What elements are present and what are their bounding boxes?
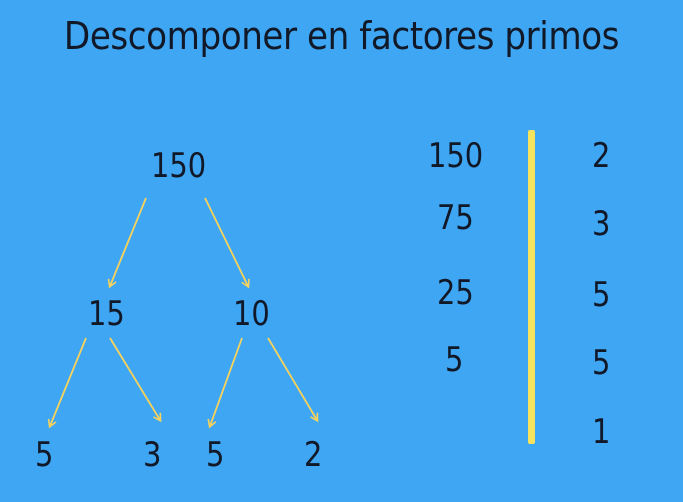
divisor-value: 1 [592,412,611,452]
dividend-value: 75 [437,198,474,238]
tree-left-node: 15 [88,294,125,334]
arrow-left-to-leaf2 [109,337,162,423]
division-divider-line [528,130,535,444]
tree-leaf-node: 5 [35,435,54,475]
tree-root-node: 150 [151,146,207,186]
tree-leaf-node: 2 [304,435,323,475]
divisor-value: 2 [592,136,611,176]
arrow-root-to-left [107,197,147,289]
dividend-value: 5 [445,340,464,380]
dividend-value: 25 [437,273,474,313]
tree-leaf-node: 3 [143,435,162,475]
arrow-right-to-leaf4 [267,337,319,423]
divisor-value: 5 [592,275,611,315]
arrow-right-to-leaf3 [207,337,243,429]
tree-right-node: 10 [233,294,270,334]
divisor-value: 3 [592,204,611,244]
arrow-root-to-right [204,197,250,289]
arrow-left-to-leaf1 [47,337,87,429]
divisor-value: 5 [592,343,611,383]
factor-tree-arrows [47,197,319,429]
dividend-value: 150 [428,136,484,176]
tree-leaf-node: 5 [206,435,225,475]
